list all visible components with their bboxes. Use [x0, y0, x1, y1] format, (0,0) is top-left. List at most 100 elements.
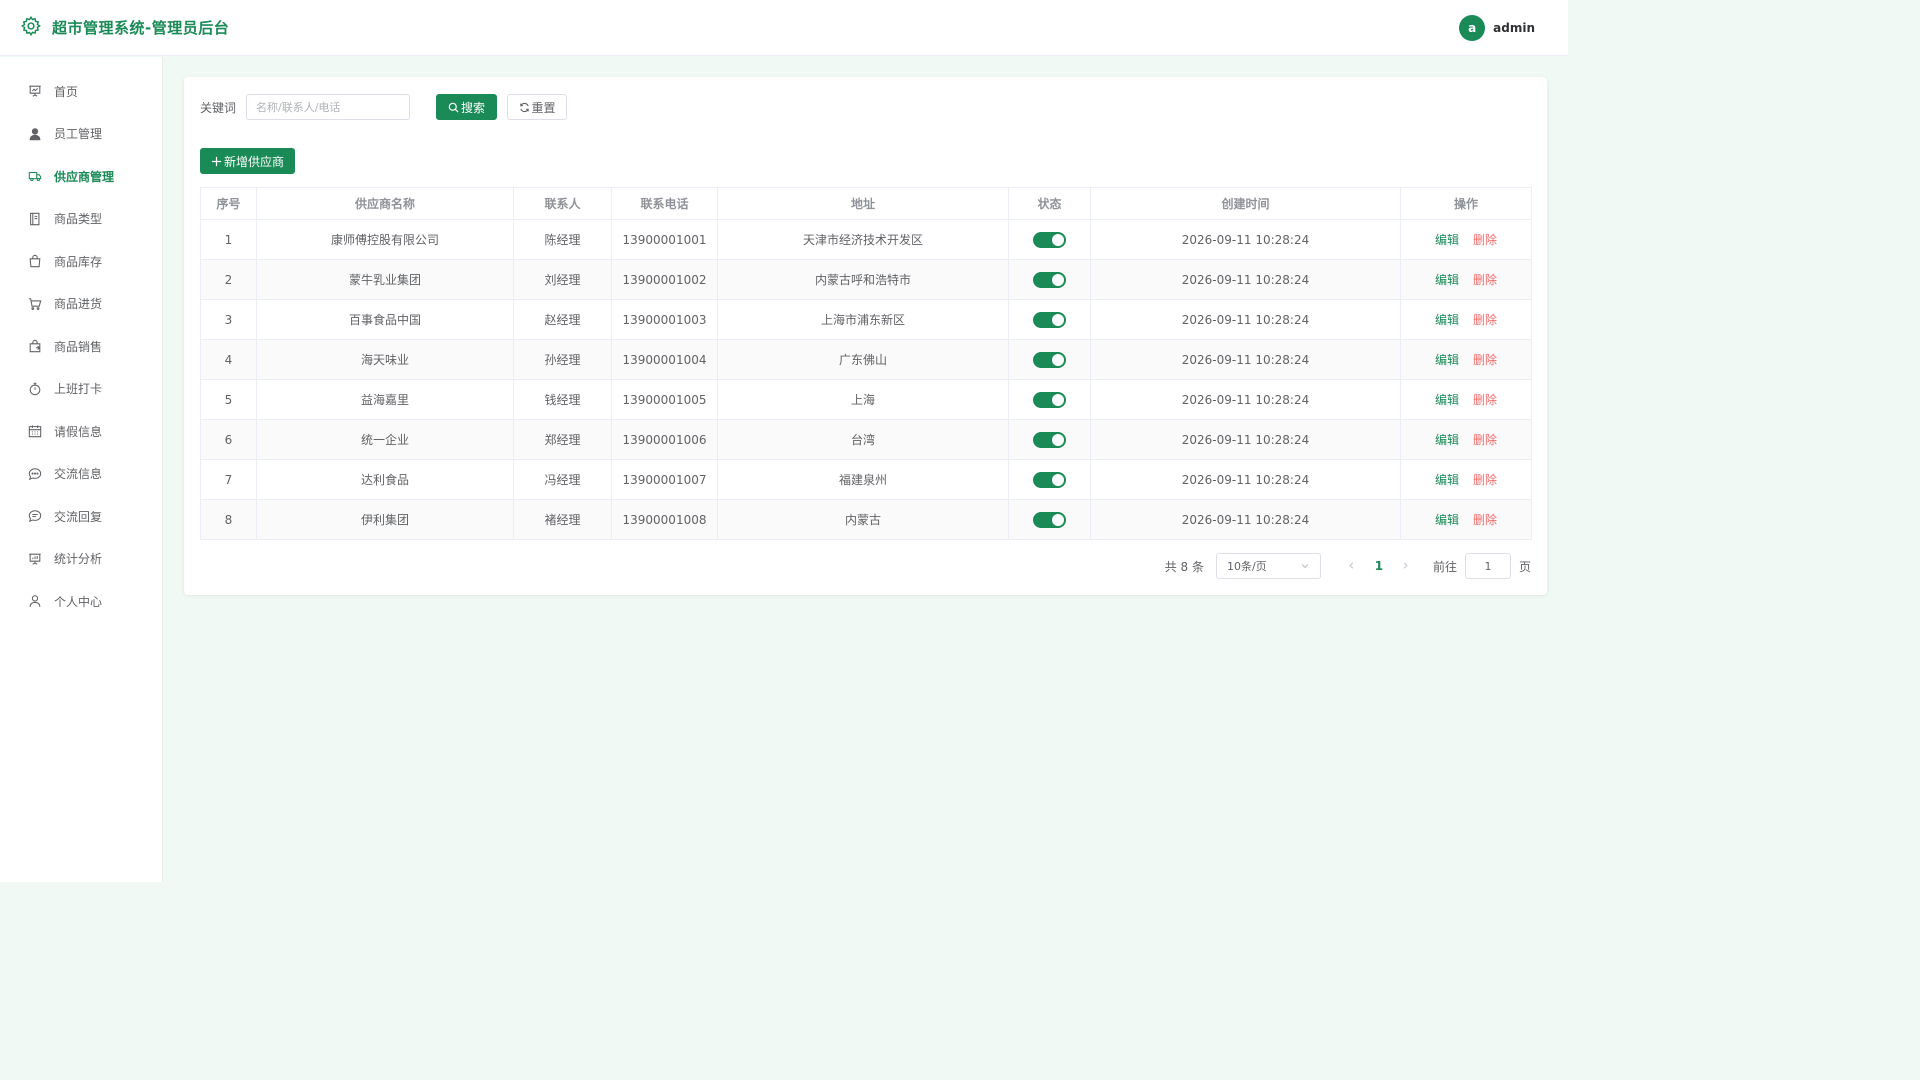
table-row: 8 伊利集团 褚经理 13900001008 内蒙古 2026-09-11 10:28:2…	[200, 499, 1532, 540]
edit-button[interactable]: 编辑	[1435, 233, 1459, 247]
add-supplier-button[interactable]: 新增供应商	[200, 148, 295, 174]
sidebar-item[interactable]: 员工管理	[0, 113, 162, 156]
search-button[interactable]: 搜索	[436, 94, 498, 120]
edit-button[interactable]: 编辑	[1435, 433, 1459, 447]
sidebar-item[interactable]: 首页	[0, 70, 162, 113]
cell-actions: 编辑 删除	[1400, 299, 1532, 340]
cell-contact: 陈经理	[513, 219, 612, 260]
cell-actions: 编辑 删除	[1400, 379, 1532, 420]
refresh-icon	[519, 102, 529, 112]
page-size-value: 10条/页	[1226, 560, 1267, 573]
cell-status	[1008, 419, 1091, 460]
page-size-select[interactable]: 10条/页	[1215, 553, 1321, 579]
status-toggle[interactable]	[1033, 271, 1066, 288]
sidebar-item[interactable]: 交流回复	[0, 495, 162, 538]
sidebar-item[interactable]: 个人中心	[0, 580, 162, 623]
chevron-down-icon	[1301, 564, 1309, 569]
delete-button[interactable]: 删除	[1473, 473, 1497, 487]
keyword-label: 关键词	[200, 100, 237, 115]
delete-button[interactable]: 删除	[1473, 513, 1497, 527]
prev-page-button[interactable]	[1341, 559, 1363, 573]
status-toggle[interactable]	[1033, 471, 1066, 488]
cell-status	[1008, 259, 1091, 300]
cell-created: 2026-09-11 10:28:24	[1090, 419, 1401, 460]
status-toggle[interactable]	[1033, 231, 1066, 248]
cell-phone: 13900001001	[611, 219, 718, 260]
delete-button[interactable]: 删除	[1473, 233, 1497, 247]
page-number-current[interactable]: 1	[1363, 559, 1395, 573]
sidebar-item[interactable]: 商品进货	[0, 283, 162, 326]
pagination: 共 8 条 10条/页 1 前往 页	[1165, 553, 1531, 579]
cell-phone: 13900001007	[611, 459, 718, 500]
user-menu[interactable]: a admin	[1459, 14, 1548, 41]
avatar[interactable]: a	[1459, 14, 1486, 41]
edit-button[interactable]: 编辑	[1435, 273, 1459, 287]
cell-created: 2026-09-11 10:28:24	[1090, 259, 1401, 300]
sidebar-menu: 首页 员工管理 供应商管理 商品类型商品库存商品进货商品销售上班打卡请假信息交流信息交…	[0, 57, 162, 623]
keyword-input[interactable]	[246, 94, 411, 120]
cell-phone: 13900001006	[611, 419, 718, 460]
cell-created: 2026-09-11 10:28:24	[1090, 499, 1401, 540]
sidebar-item-label: 商品库存	[54, 254, 103, 269]
shopping-bag-icon	[28, 254, 42, 268]
sidebar-item[interactable]: 交流信息	[0, 453, 162, 496]
shopping-cart-icon	[28, 297, 42, 311]
table-body: 1 康师傅控股有限公司 陈经理 13900001001 天津市经济技术开发区 2026-0…	[200, 219, 1532, 540]
sidebar-item[interactable]: 上班打卡	[0, 368, 162, 411]
sidebar-item[interactable]: 商品销售	[0, 325, 162, 368]
cell-created: 2026-09-11 10:28:24	[1090, 339, 1401, 380]
delete-button[interactable]: 删除	[1473, 433, 1497, 447]
cell-status	[1008, 499, 1091, 540]
delete-button[interactable]: 删除	[1473, 393, 1497, 407]
cell-name: 达利食品	[256, 459, 514, 500]
edit-button[interactable]: 编辑	[1435, 513, 1459, 527]
reset-button[interactable]: 重置	[507, 94, 568, 120]
app-title: 超市管理系统-管理员后台	[52, 19, 230, 37]
sidebar-item-label: 请假信息	[54, 424, 103, 439]
status-toggle[interactable]	[1033, 351, 1066, 368]
cell-contact: 刘经理	[513, 259, 612, 300]
supplier-table: 序号 供应商名称 联系人 联系电话 地址 状态 创建时间 操作 1 康师傅控股有限公司 陈经理 13…	[200, 187, 1532, 540]
edit-button[interactable]: 编辑	[1435, 473, 1459, 487]
delete-button[interactable]: 删除	[1473, 353, 1497, 367]
delete-button[interactable]: 删除	[1473, 273, 1497, 287]
sidebar: 首页 员工管理 供应商管理 商品类型商品库存商品进货商品销售上班打卡请假信息交流信息交…	[0, 57, 163, 882]
cell-phone: 13900001005	[611, 379, 718, 420]
cell-address: 上海	[717, 379, 1009, 420]
cell-status	[1008, 219, 1091, 260]
column-header: 供应商名称	[256, 187, 514, 220]
edit-button[interactable]: 编辑	[1435, 313, 1459, 327]
cell-contact: 赵经理	[513, 299, 612, 340]
sidebar-item-label: 商品销售	[54, 339, 103, 354]
sidebar-item[interactable]: 商品类型	[0, 198, 162, 241]
cell-status	[1008, 299, 1091, 340]
next-page-button[interactable]	[1395, 559, 1417, 573]
column-header: 创建时间	[1090, 187, 1401, 220]
status-toggle[interactable]	[1033, 431, 1066, 448]
delete-button[interactable]: 删除	[1473, 313, 1497, 327]
sidebar-item[interactable]: 请假信息	[0, 410, 162, 453]
status-toggle[interactable]	[1033, 391, 1066, 408]
cell-address: 天津市经济技术开发区	[717, 219, 1009, 260]
main-card: 关键词 搜索 重置 新增供应商 序号供应商名称联系人联系电话地址状态创建时间操作…	[184, 77, 1547, 595]
cell-no: 5	[200, 379, 257, 420]
cell-address: 内蒙古呼和浩特市	[717, 259, 1009, 300]
search-bar: 关键词 搜索 重置	[200, 94, 568, 120]
goto-page-input[interactable]	[1464, 553, 1511, 579]
edit-button[interactable]: 编辑	[1435, 393, 1459, 407]
presentation-icon	[28, 84, 42, 98]
sidebar-item-label: 交流回复	[54, 509, 103, 524]
sidebar-item[interactable]: 供应商管理	[0, 155, 162, 198]
gear-icon	[20, 15, 42, 40]
calendar-icon	[28, 424, 42, 438]
cell-phone: 13900001002	[611, 259, 718, 300]
sidebar-item[interactable]: 商品库存	[0, 240, 162, 283]
table-row: 2 蒙牛乳业集团 刘经理 13900001002 内蒙古呼和浩特市 2026-09-11 …	[200, 259, 1532, 300]
user-filled-icon	[28, 127, 42, 141]
status-toggle[interactable]	[1033, 511, 1066, 528]
sidebar-item[interactable]: 统计分析	[0, 538, 162, 581]
cell-contact: 郑经理	[513, 419, 612, 460]
edit-button[interactable]: 编辑	[1435, 353, 1459, 367]
username[interactable]: admin	[1493, 21, 1535, 35]
status-toggle[interactable]	[1033, 311, 1066, 328]
